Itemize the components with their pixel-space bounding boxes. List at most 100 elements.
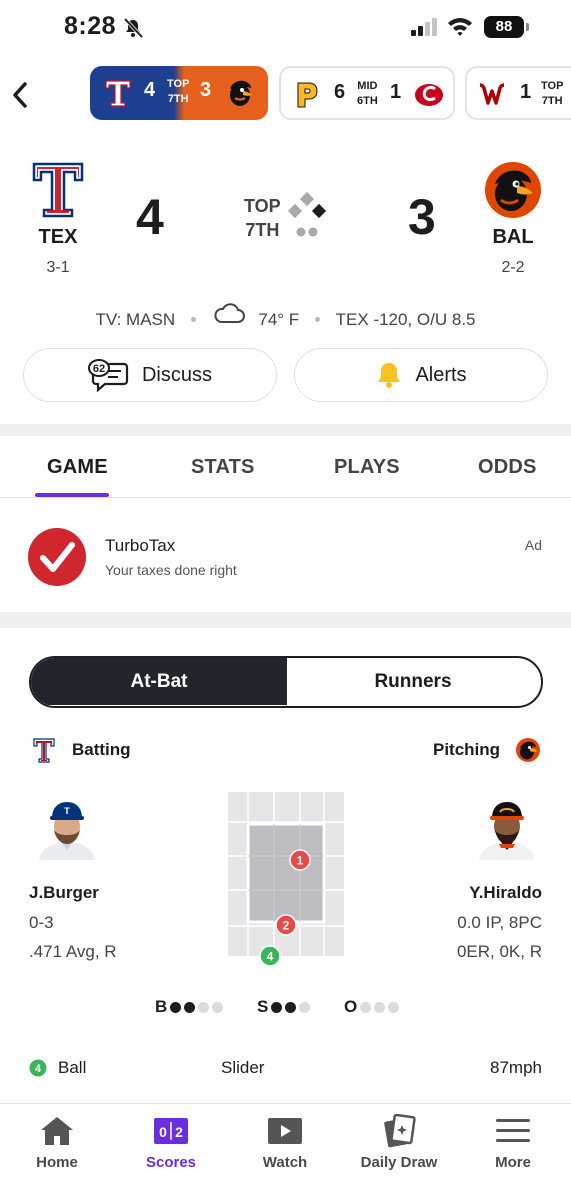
battery-indicator: 88 (484, 16, 529, 38)
score-card-pit-cin[interactable]: 6 MID 6TH 1 (279, 66, 455, 120)
home-team[interactable]: BAL 2-2 (468, 160, 558, 277)
game-info-line: TV: MASN 74° F TEX -120, O/U 8.5 (0, 302, 571, 330)
pitch-badge: 4 (29, 1059, 47, 1077)
tab-odds[interactable]: ODDS (478, 456, 537, 479)
discuss-count: 62 (93, 363, 105, 375)
away-team[interactable]: TEX 3-1 (13, 160, 103, 277)
runners-option[interactable]: Runners (285, 658, 541, 705)
pirates-logo-icon (297, 82, 318, 108)
pitch-marker[interactable]: 4 (259, 945, 281, 967)
nav-more[interactable]: More (463, 1114, 563, 1171)
cell-signal-icon (411, 18, 437, 36)
pitcher-headshot[interactable] (475, 796, 539, 860)
batting-label: Batting (72, 740, 131, 759)
nav-scores[interactable]: 0 2 Scores (121, 1114, 221, 1171)
pitch-badge-number: 4 (35, 1063, 42, 1075)
nav-label: More (495, 1154, 531, 1171)
pitch-number: 1 (297, 854, 304, 868)
strip-away-score: 1 (520, 81, 532, 103)
strip-inning: TOP 7TH (167, 77, 189, 107)
strip-inning-half: TOP (541, 80, 564, 92)
home-score: 3 (408, 189, 436, 245)
tab-stats[interactable]: STATS (191, 456, 255, 479)
game-tabs: GAME STATS PLAYS ODDS (0, 436, 571, 498)
strip-inning-half: TOP (167, 78, 190, 90)
tab-game[interactable]: GAME (47, 456, 108, 479)
cards-icon (384, 1114, 416, 1148)
strike-zone-chart: 1 2 4 (228, 792, 344, 967)
orioles-logo-icon (516, 738, 540, 762)
status-bar: 8:28 88 (0, 0, 571, 56)
pitcher-name[interactable]: Y.Hiraldo (469, 883, 542, 903)
separator-dot (314, 317, 320, 323)
discuss-button[interactable]: 62 Discuss (23, 348, 277, 402)
strip-inning-number: 7TH (167, 93, 189, 105)
orioles-logo-icon (485, 162, 541, 218)
svg-text:0: 0 (159, 1124, 167, 1140)
strip-inning-number: 6TH (357, 95, 378, 107)
at-bat-option[interactable]: At-Bat (31, 658, 287, 705)
count-dot (271, 1001, 283, 1013)
section-divider (0, 424, 571, 436)
game-inning: TOP 7TH (244, 194, 281, 242)
pitch-marker[interactable]: 2 (275, 914, 297, 936)
batter-name[interactable]: J.Burger (29, 883, 99, 903)
bottom-nav: Home 0 2 Scores Watch Daily Draw More (0, 1103, 571, 1200)
discuss-label: Discuss (141, 363, 212, 386)
count-dot (212, 1001, 224, 1013)
batter-today: 0-3 (29, 913, 54, 932)
pitch-speed: 87mph (490, 1058, 542, 1077)
strip-home-score: 1 (390, 81, 402, 103)
home-team-record: 2-2 (501, 259, 525, 276)
ad-tag: Ad (524, 537, 542, 553)
nav-home[interactable]: Home (7, 1114, 107, 1171)
back-chevron-icon[interactable] (8, 78, 34, 112)
play-icon (268, 1118, 302, 1144)
score-card-wsh[interactable]: 1 TOP 7TH (465, 66, 571, 120)
pitcher-today: 0.0 IP, 8PC (457, 913, 542, 932)
rangers-logo-icon (32, 162, 84, 218)
atbat-runners-toggle: At-Bat Runners (29, 656, 543, 708)
chat-bubble-icon: 62 (87, 359, 129, 392)
count-dot (285, 1001, 297, 1013)
game-page: 8:28 88 4 TOP 7TH 3 6 MID 6TH 1 1 TOP 7T… (0, 0, 571, 1200)
pitch-type: Slider (221, 1058, 265, 1077)
betting-odds: TEX -120, O/U 8.5 (335, 309, 476, 329)
nav-label: Home (36, 1154, 78, 1171)
score-card-tex-bal[interactable]: 4 TOP 7TH 3 (90, 66, 268, 120)
nav-watch[interactable]: Watch (235, 1114, 335, 1171)
strip-away-score: 6 (334, 81, 346, 103)
count-dot (170, 1001, 182, 1013)
turbotax-logo-icon[interactable] (28, 528, 86, 586)
nav-label: Watch (262, 1154, 308, 1171)
reds-logo-icon (415, 84, 443, 106)
rangers-logo-icon (105, 80, 131, 107)
ad-subtitle: Your taxes done right (105, 562, 237, 578)
checkmark-icon (40, 542, 75, 572)
count-dot (388, 1001, 400, 1013)
count-dot (374, 1001, 386, 1013)
status-time: 8:28 (64, 12, 117, 40)
inning-half: TOP (244, 196, 281, 216)
nav-label: Daily Draw (360, 1154, 438, 1171)
alerts-button[interactable]: Alerts (294, 348, 548, 402)
nav-daily-draw[interactable]: Daily Draw (349, 1114, 449, 1171)
batter-headshot[interactable]: T (35, 796, 99, 860)
tab-plays[interactable]: PLAYS (334, 456, 400, 479)
separator-dot (190, 317, 196, 323)
svg-text:T: T (64, 806, 70, 816)
away-team-record: 3-1 (46, 259, 70, 276)
outs-count: O (344, 997, 400, 1017)
strip-inning-number: 7TH (541, 95, 563, 107)
count-dot (360, 1001, 372, 1013)
ad-title[interactable]: TurboTax (105, 536, 175, 556)
wifi-icon (448, 18, 472, 36)
strikes-count: S (257, 997, 311, 1017)
menu-icon (496, 1119, 530, 1142)
weather-temp: 74° F (258, 309, 300, 329)
nationals-logo-icon (479, 83, 505, 105)
scores-icon: 0 2 (154, 1118, 188, 1144)
cloud-icon (214, 303, 245, 323)
pitch-marker[interactable]: 1 (289, 849, 311, 871)
home-icon (41, 1117, 73, 1145)
